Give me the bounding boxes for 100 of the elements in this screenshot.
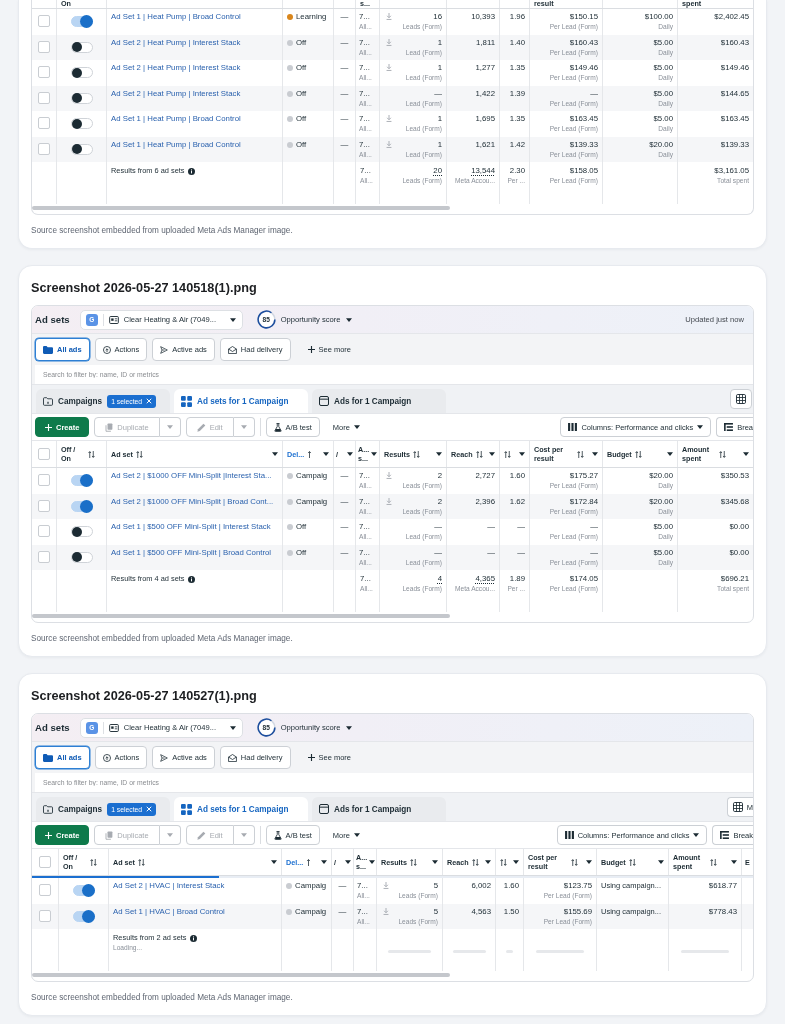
row-checkbox[interactable] xyxy=(38,40,50,53)
id-card-icon xyxy=(108,723,119,732)
caret-icon xyxy=(743,452,749,456)
list-icon xyxy=(720,831,730,839)
info-icon xyxy=(187,167,195,175)
caret-icon xyxy=(513,860,519,864)
caret-icon xyxy=(347,452,353,456)
table-icon xyxy=(736,394,746,404)
sort-icon xyxy=(571,858,578,866)
folder-icon xyxy=(43,396,53,406)
page-title: Ad sets xyxy=(35,314,70,325)
sort-icon xyxy=(504,450,511,458)
caret-icon xyxy=(166,425,173,429)
caption: Source screenshot embedded from uploaded Meta Ads Manager image. xyxy=(31,633,294,644)
plus-icon xyxy=(45,831,52,839)
toggle-switch[interactable] xyxy=(70,550,93,564)
row-checkbox[interactable] xyxy=(38,66,50,78)
folder-icon xyxy=(43,804,53,814)
toggle-switch[interactable] xyxy=(70,40,93,54)
envelope-icon xyxy=(227,345,237,354)
toggle-switch[interactable] xyxy=(70,117,93,130)
flask-icon xyxy=(273,422,282,432)
sort-icon xyxy=(628,858,636,866)
plus-icon xyxy=(45,423,52,431)
caption: Source screenshot embedded from uploaded Meta Ads Manager image. xyxy=(31,992,294,1003)
sort-icon xyxy=(88,450,95,458)
caret-icon xyxy=(272,452,278,456)
sort-icon xyxy=(475,450,483,458)
sort-icon xyxy=(137,858,145,866)
caption: Source screenshot embedded from uploaded Meta Ads Manager image. xyxy=(31,225,294,236)
row-checkbox[interactable] xyxy=(38,142,50,155)
columns-icon xyxy=(564,831,574,839)
toggle-switch[interactable] xyxy=(70,15,93,28)
row-checkbox[interactable] xyxy=(38,15,50,27)
screenshot-title: Screenshot 2026-05-27 140518(1).png xyxy=(31,280,258,296)
tab[interactable]: Ads for 1 Campaign xyxy=(312,797,446,821)
row-checkbox[interactable] xyxy=(39,884,51,896)
select-all-checkbox[interactable] xyxy=(39,856,51,868)
download-icon xyxy=(386,472,392,479)
grid-icon xyxy=(181,803,192,815)
window-icon xyxy=(319,396,329,406)
caret-icon xyxy=(240,833,247,837)
toggle-switch[interactable] xyxy=(70,91,93,105)
list-icon xyxy=(724,423,734,431)
caret-icon xyxy=(658,860,664,864)
toggle-switch[interactable] xyxy=(70,142,93,156)
toggle-switch[interactable] xyxy=(70,499,93,513)
send-icon xyxy=(160,753,169,762)
send-icon xyxy=(160,345,169,354)
toggle-switch[interactable] xyxy=(72,909,95,923)
pencil-icon xyxy=(196,830,206,840)
arrow-circle-icon xyxy=(102,753,111,762)
caret-icon xyxy=(353,425,360,429)
caret-icon xyxy=(693,833,700,837)
row-checkbox[interactable] xyxy=(38,525,50,537)
screenshot-title: Screenshot 2026-05-27 140527(1).png xyxy=(31,688,258,704)
caret-icon xyxy=(321,860,327,864)
sort-icon xyxy=(471,858,479,866)
table-icon xyxy=(732,802,743,812)
id-card-icon xyxy=(108,315,119,324)
grid-icon xyxy=(181,395,192,407)
caret-icon xyxy=(353,833,360,837)
sort-icon xyxy=(710,858,717,866)
row-checkbox[interactable] xyxy=(39,909,51,922)
caret-icon xyxy=(345,725,352,730)
caret-icon xyxy=(271,860,277,864)
sort-icon xyxy=(634,450,642,458)
sort-icon xyxy=(412,450,420,458)
download-icon xyxy=(386,38,392,46)
toggle-switch[interactable] xyxy=(72,884,95,897)
row-checkbox[interactable] xyxy=(38,91,50,104)
tab[interactable]: Ads for 1 Campaign xyxy=(312,389,446,413)
tab[interactable]: Ad sets for 1 Campaign xyxy=(174,389,308,413)
view-button[interactable] xyxy=(730,389,752,409)
close-icon xyxy=(146,806,153,812)
select-all-checkbox[interactable] xyxy=(38,448,50,460)
scrollbar-thumb[interactable] xyxy=(32,206,451,210)
toggle-switch[interactable] xyxy=(70,525,93,538)
caret-icon xyxy=(489,452,495,456)
caret-icon xyxy=(667,452,673,456)
toggle-switch[interactable] xyxy=(70,474,93,487)
arrow-up-icon xyxy=(306,858,312,866)
row-checkbox[interactable] xyxy=(38,117,50,129)
plus-icon xyxy=(307,346,315,353)
row-checkbox[interactable] xyxy=(38,499,50,512)
copy-icon xyxy=(105,422,114,432)
scrollbar-thumb[interactable] xyxy=(32,973,451,977)
caret-icon xyxy=(432,860,438,864)
scrollbar-thumb[interactable] xyxy=(32,614,451,618)
close-icon xyxy=(146,398,153,404)
row-checkbox[interactable] xyxy=(38,474,50,486)
caret-icon xyxy=(345,317,352,322)
tab[interactable]: Ad sets for 1 Campaign xyxy=(174,797,308,821)
row-checkbox[interactable] xyxy=(38,550,50,563)
caret-icon xyxy=(166,833,173,837)
pencil-icon xyxy=(196,422,206,432)
download-icon xyxy=(386,64,392,71)
caret-icon xyxy=(586,860,592,864)
sort-icon xyxy=(135,450,143,458)
toggle-switch[interactable] xyxy=(70,66,93,79)
